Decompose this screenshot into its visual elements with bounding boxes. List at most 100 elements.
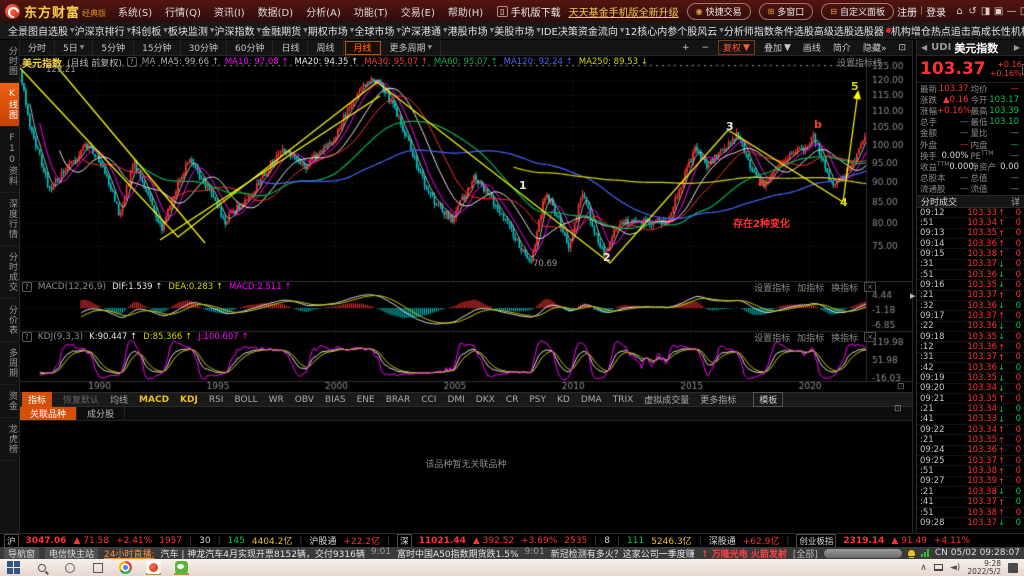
- nav-item[interactable]: 高级选股: [814, 23, 854, 38]
- nav-item[interactable]: 选股器: [854, 23, 891, 38]
- index-tag[interactable]: 深股通: [709, 534, 736, 547]
- profile-button[interactable]: 简介: [827, 41, 857, 54]
- nav-item[interactable]: 个股风云▼: [677, 23, 724, 38]
- nav-item[interactable]: 沪深指数▼: [215, 23, 262, 38]
- indicator-tab-dkx[interactable]: DKX: [476, 395, 495, 405]
- nav-item[interactable]: 全球市场▼: [354, 23, 401, 38]
- nav-item[interactable]: 科创板▼: [131, 23, 168, 38]
- expand-pane-icon[interactable]: ⊡: [897, 382, 905, 392]
- nav-item[interactable]: 金融期货▼: [261, 23, 308, 38]
- sidebar-item-1[interactable]: 分时图: [0, 40, 19, 83]
- indicator-tab-brar[interactable]: BRAR: [386, 395, 410, 405]
- nav-item[interactable]: 12核心内参: [624, 23, 677, 38]
- period-tab[interactable]: 月线: [345, 41, 381, 55]
- period-tab[interactable]: 60分钟: [227, 40, 273, 56]
- chrome-icon[interactable]: [118, 560, 133, 575]
- start-button[interactable]: [6, 560, 21, 575]
- nav-item[interactable]: 美股市场▼: [494, 23, 541, 38]
- task-view-icon[interactable]: [90, 560, 105, 575]
- sidebar-item-6[interactable]: 分价表: [0, 299, 19, 342]
- custom-panel-button[interactable]: ⊟自定义面板: [821, 3, 894, 20]
- indicator-tab-kdj[interactable]: KDJ: [180, 395, 198, 405]
- clock[interactable]: 9:282022/5/2: [967, 560, 1001, 576]
- live-headline[interactable]: 汽车 | 神龙汽车4月实现开票8152辆，交付9316辆: [161, 547, 365, 559]
- nav-item[interactable]: 资金流向▼: [578, 23, 625, 38]
- help-icon[interactable]: ?: [22, 332, 32, 342]
- indicator-tab-更多指标[interactable]: 更多指标: [700, 393, 736, 406]
- index-tag[interactable]: 沪股通: [309, 534, 336, 547]
- indicator-tab-恢复默认[interactable]: 恢复默认: [63, 393, 99, 406]
- macd-link[interactable]: 设置指标: [754, 281, 790, 294]
- nav-item[interactable]: 机构推荐: [1011, 23, 1024, 38]
- indicator-tab-kd[interactable]: KD: [557, 395, 570, 405]
- tick-list[interactable]: 09:12103.33↑0:51103.34↑009:13103.35↑009:…: [917, 208, 1024, 530]
- minimize-button[interactable]: —: [1005, 6, 1018, 17]
- sidebar-item-7[interactable]: 多周期: [0, 342, 19, 385]
- titlebar-menu[interactable]: 数据(D): [258, 4, 294, 19]
- zoom-out-button[interactable]: −: [695, 43, 715, 53]
- sidebar-item-9[interactable]: 龙虎榜: [0, 418, 19, 461]
- kdj-link[interactable]: 换指标: [831, 331, 858, 344]
- next-symbol-button[interactable]: ▶: [1010, 43, 1024, 52]
- all-news-button[interactable]: [全部]: [793, 547, 818, 559]
- login-link[interactable]: 登录: [926, 4, 946, 19]
- titlebar-menu[interactable]: 交易(E): [401, 4, 435, 19]
- sidebar-item-8[interactable]: 资金: [0, 385, 19, 418]
- hide-panel-button[interactable]: 隐藏»: [857, 41, 893, 54]
- register-link[interactable]: 注册: [897, 4, 917, 19]
- titlebar-menu[interactable]: 功能(T): [354, 4, 388, 19]
- indicator-tab-wr[interactable]: WR: [269, 395, 284, 405]
- titlebar-menu[interactable]: 系统(S): [118, 4, 152, 19]
- sidebar-item-2[interactable]: K线图: [0, 83, 19, 127]
- template-button[interactable]: 模板: [753, 392, 783, 407]
- refresh-icon[interactable]: ↺: [966, 6, 979, 17]
- index-tag[interactable]: 沪: [4, 534, 19, 548]
- period-tab[interactable]: 5分钟: [93, 40, 134, 56]
- kdj-link[interactable]: 加指标: [797, 331, 824, 344]
- multi-window-button[interactable]: ⊞多窗口: [759, 3, 814, 20]
- close-icon[interactable]: ×: [864, 332, 876, 342]
- zoom-in-button[interactable]: +: [676, 43, 696, 53]
- indicator-tab-macd[interactable]: MACD: [139, 395, 169, 405]
- nav-item[interactable]: 自选股▼: [38, 23, 75, 38]
- indicator-tab-dma[interactable]: DMA: [581, 395, 602, 405]
- cortana-icon[interactable]: [62, 560, 77, 575]
- fund-promo-link[interactable]: 天天基金手机版全新升级: [569, 4, 679, 19]
- titlebar-menu[interactable]: 帮助(H): [448, 4, 483, 19]
- network-icon[interactable]: [934, 564, 943, 571]
- period-tab[interactable]: 5日▼: [55, 40, 93, 56]
- help-icon[interactable]: ?: [127, 57, 137, 67]
- eastmoney-app-icon[interactable]: [146, 560, 161, 575]
- index-tag[interactable]: 创业板指: [796, 534, 836, 548]
- nav-item[interactable]: 港股市场▼: [448, 23, 495, 38]
- indicator-tab-均线[interactable]: 均线: [110, 393, 128, 406]
- nav-item[interactable]: 沪深港通▼: [401, 23, 448, 38]
- nav-item[interactable]: 板块监测▼: [168, 23, 215, 38]
- wechat-app-icon[interactable]: [174, 560, 189, 575]
- volume-icon[interactable]: ◄): [950, 563, 960, 573]
- titlebar-menu[interactable]: 资讯(I): [214, 4, 245, 19]
- period-tab[interactable]: 更多周期▼: [382, 40, 442, 56]
- adjust-dropdown[interactable]: 复权▼: [718, 40, 755, 55]
- hot-stock-ticker[interactable]: ↑ 万隆光电 火箭发射: [701, 547, 787, 559]
- news-headline[interactable]: 富时中国A50指数期货跌1.5%: [397, 547, 518, 559]
- panel-icon[interactable]: ⊡: [894, 404, 902, 414]
- index-tag[interactable]: 深: [397, 534, 412, 548]
- sidebar-item-5[interactable]: 分时成交: [0, 246, 19, 299]
- nav-window-button[interactable]: 导航窗: [4, 547, 39, 559]
- quick-trade-button[interactable]: ◉快捷交易: [687, 3, 751, 20]
- related-tab[interactable]: 成分股: [77, 407, 125, 420]
- indicator-tab-cci[interactable]: CCI: [421, 395, 436, 405]
- help-icon[interactable]: ?: [22, 282, 32, 292]
- close-icon[interactable]: ×: [864, 282, 876, 292]
- alert-bell-icon[interactable]: [908, 550, 915, 556]
- skin-icon[interactable]: ◨: [979, 6, 992, 17]
- indicator-tab-psy[interactable]: PSY: [529, 395, 546, 405]
- search-icon[interactable]: [34, 560, 49, 575]
- draw-line-button[interactable]: 画线: [797, 41, 827, 54]
- multiwindow-icon[interactable]: ▣: [992, 6, 1005, 17]
- indicator-settings-link[interactable]: 设置指标线: [837, 56, 882, 69]
- notification-center-icon[interactable]: [1008, 563, 1018, 573]
- nav-item[interactable]: 热点追击: [931, 23, 971, 38]
- titlebar-menu[interactable]: 行情(Q): [165, 4, 201, 19]
